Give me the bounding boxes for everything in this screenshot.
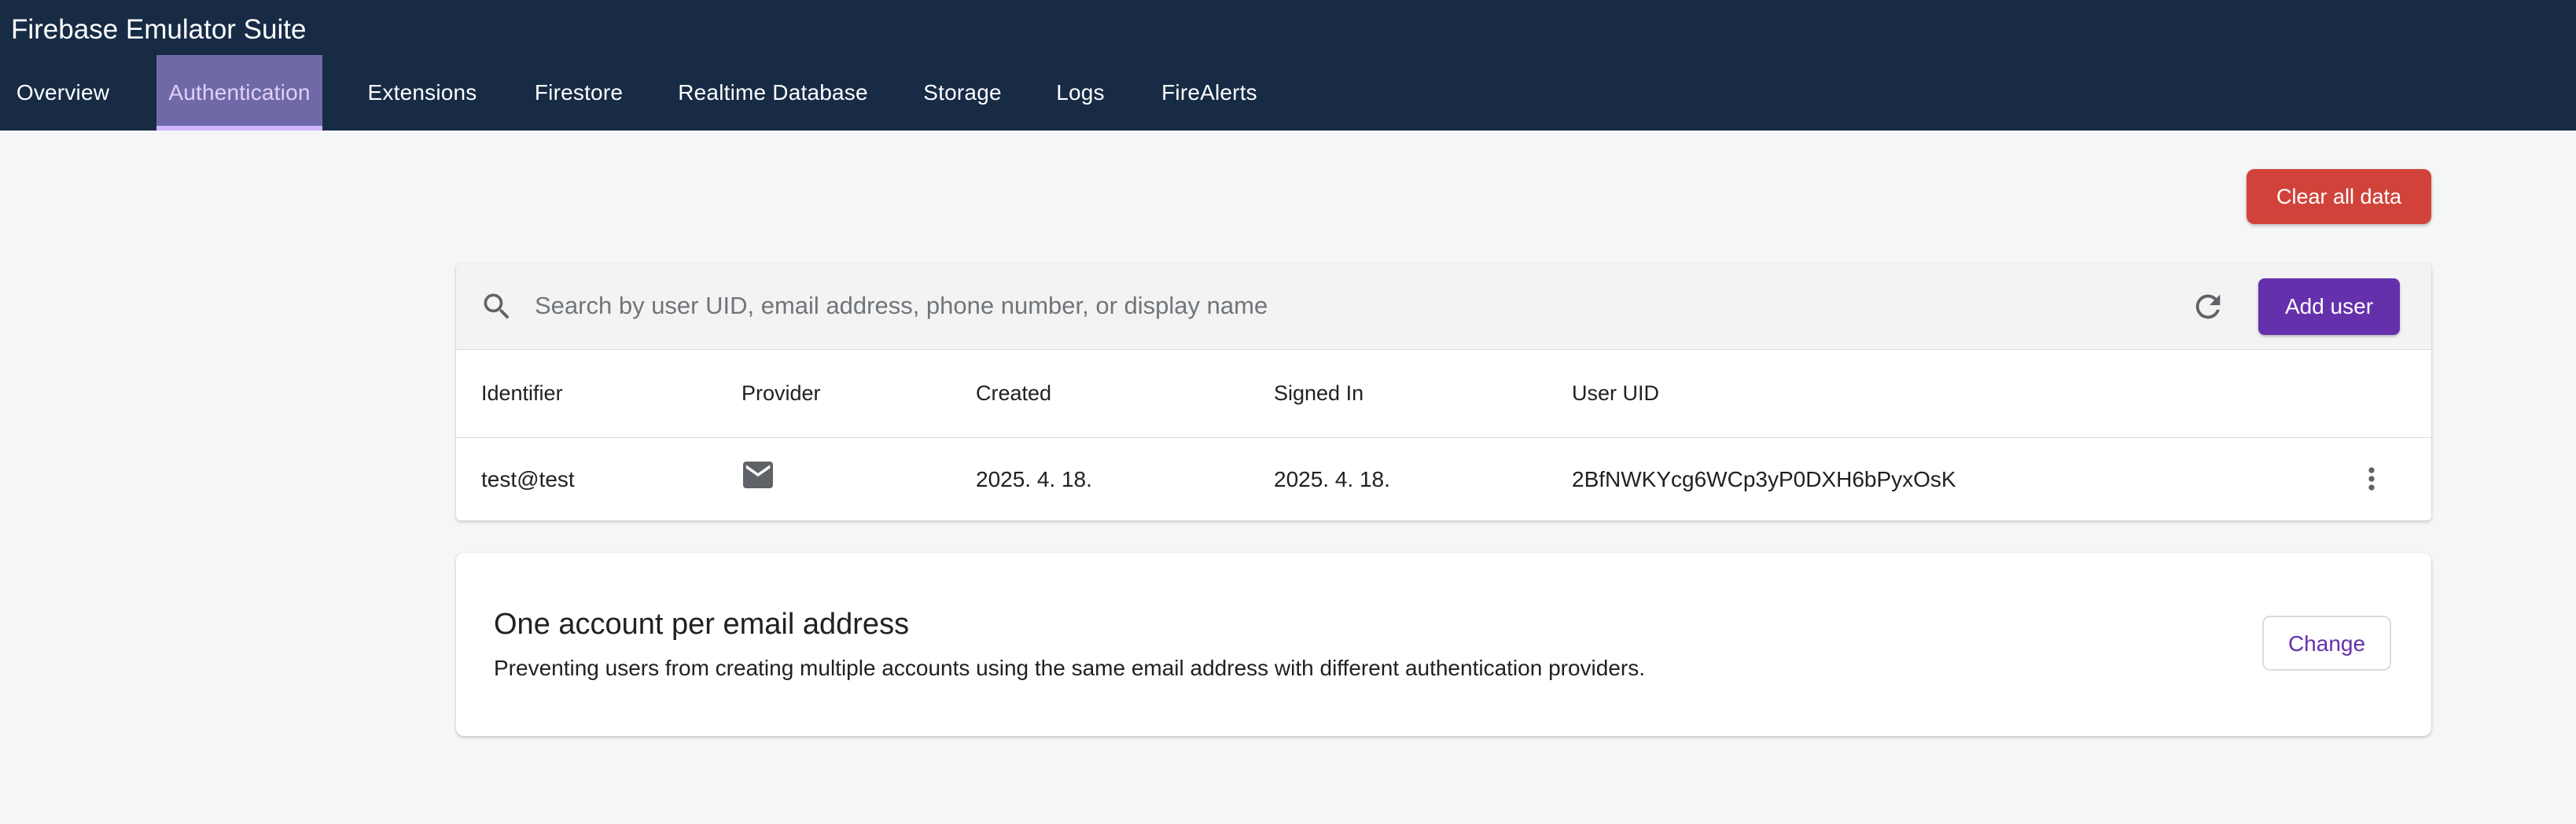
- nav-tabs: Overview Authentication Extensions Fires…: [0, 55, 2576, 131]
- search-input[interactable]: [535, 285, 2029, 326]
- tab-firealerts[interactable]: FireAlerts: [1145, 55, 1274, 131]
- tab-realtime-database[interactable]: Realtime Database: [665, 55, 881, 131]
- tab-overview[interactable]: Overview: [0, 55, 126, 131]
- search-bar: Add user: [456, 263, 2431, 350]
- tab-extensions[interactable]: Extensions: [351, 55, 493, 131]
- cell-signed-in: 2025. 4. 18.: [1274, 467, 1390, 491]
- column-header-provider[interactable]: Provider: [742, 350, 821, 437]
- search-icon: [484, 293, 510, 319]
- users-card: Add user Identifier Provider Created Sig…: [456, 263, 2431, 521]
- setting-title: One account per email address: [494, 608, 910, 641]
- refresh-icon[interactable]: [2190, 289, 2226, 325]
- more-vert-icon[interactable]: [2354, 462, 2389, 496]
- setting-description: Preventing users from creating multiple …: [494, 656, 1646, 680]
- column-header-user-uid[interactable]: User UID: [1572, 350, 1659, 437]
- column-header-identifier[interactable]: Identifier: [481, 350, 563, 437]
- add-user-button[interactable]: Add user: [2258, 278, 2400, 335]
- tab-authentication[interactable]: Authentication: [156, 55, 322, 131]
- tab-storage[interactable]: Storage: [907, 55, 1018, 131]
- tab-logs[interactable]: Logs: [1044, 55, 1117, 131]
- table-row[interactable]: test@test 2025. 4. 18. 2025. 4. 18. 2BfN…: [456, 438, 2431, 521]
- table-header: Identifier Provider Created Signed In Us…: [456, 350, 2431, 438]
- app-header: Firebase Emulator Suite Overview Authent…: [0, 0, 2576, 131]
- cell-user-uid: 2BfNWKYcg6WCp3yP0DXH6bPyxOsK: [1572, 467, 1956, 491]
- cell-created: 2025. 4. 18.: [976, 467, 1092, 491]
- email-icon: [743, 462, 773, 488]
- column-header-created[interactable]: Created: [976, 350, 1051, 437]
- tab-firestore[interactable]: Firestore: [519, 55, 638, 131]
- column-header-signed-in[interactable]: Signed In: [1274, 350, 1363, 437]
- clear-all-data-button[interactable]: Clear all data: [2247, 169, 2431, 224]
- app-title: Firebase Emulator Suite: [11, 14, 307, 45]
- email-setting-card: One account per email address Preventing…: [456, 553, 2431, 736]
- cell-identifier: test@test: [481, 467, 575, 491]
- change-button[interactable]: Change: [2262, 616, 2391, 671]
